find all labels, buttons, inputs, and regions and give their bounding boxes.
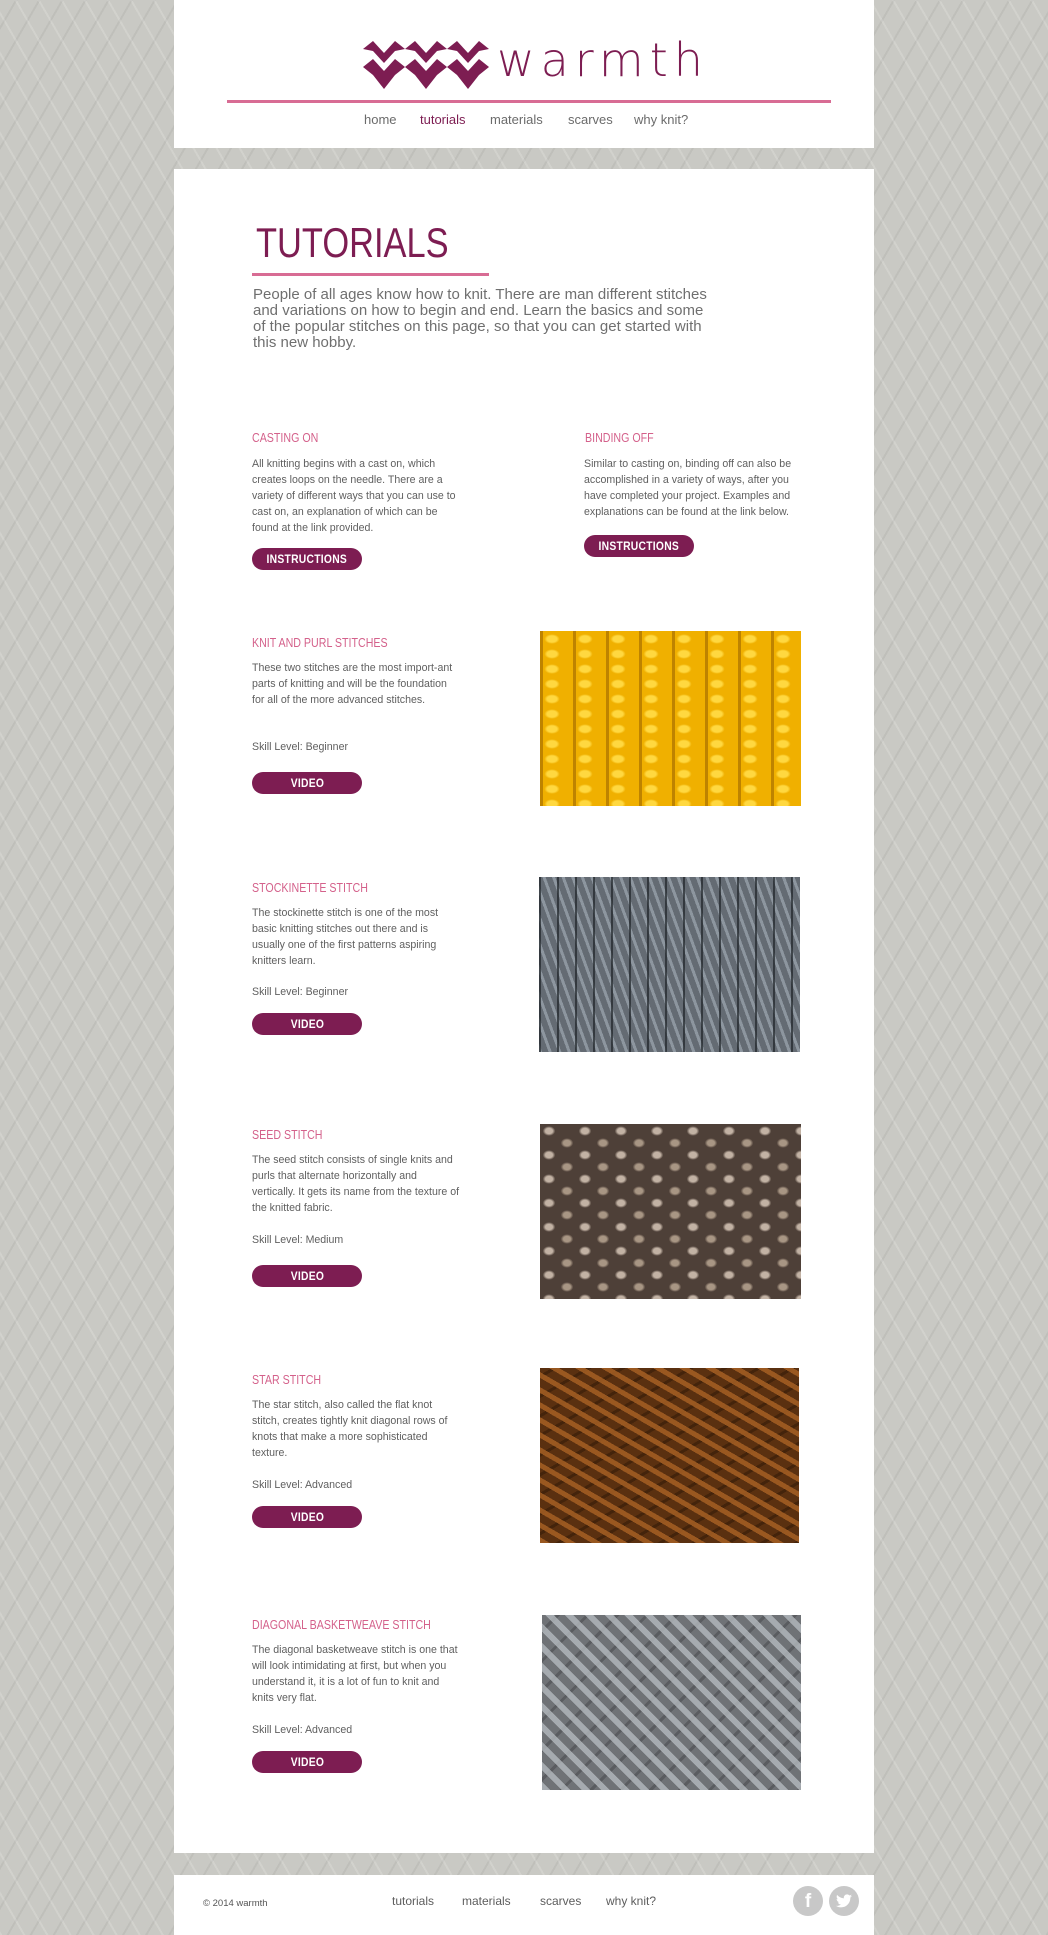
section-title-binding-off: BINDING OFF <box>585 430 654 445</box>
yellow-knit-swatch-image <box>540 631 801 806</box>
skill-level-knit-purl: Skill Level: Beginner <box>252 741 348 753</box>
button-label: INSTRUCTIONS <box>598 539 680 553</box>
brown-star-stitch-swatch-image <box>540 1368 799 1543</box>
button-label: VIDEO <box>290 1017 324 1031</box>
knit-purl-video-button[interactable]: VIDEO <box>252 772 362 794</box>
section-text-star: The star stitch, also called the flat kn… <box>252 1399 448 1459</box>
basketweave-video-button[interactable]: VIDEO <box>252 1751 362 1773</box>
grey-basketweave-swatch-image <box>542 1615 801 1790</box>
facebook-icon[interactable]: f <box>793 1886 823 1916</box>
grey-stockinette-swatch-image <box>539 877 800 1052</box>
main-content: TUTORIALS People of all ages know how to… <box>174 169 874 1853</box>
intro-text: People of all ages know how to knit. The… <box>253 286 707 351</box>
section-title-stockinette: STOCKINETTE STITCH <box>252 880 368 895</box>
skill-level-star: Skill Level: Advanced <box>252 1479 353 1491</box>
page-title: TUTORIALS <box>256 219 449 266</box>
skill-level-basketweave: Skill Level: Advanced <box>252 1724 353 1736</box>
nav-why-knit[interactable]: why knit? <box>634 112 688 127</box>
copyright-text: © 2014 warmth <box>203 1898 268 1909</box>
section-title-knit-purl: KNIT AND PURL STITCHES <box>252 635 388 650</box>
stockinette-video-button[interactable]: VIDEO <box>252 1013 362 1035</box>
seed-video-button[interactable]: VIDEO <box>252 1265 362 1287</box>
nav-scarves[interactable]: scarves <box>568 112 613 127</box>
nav-tutorials[interactable]: tutorials <box>420 112 466 127</box>
footer-nav-tutorials[interactable]: tutorials <box>392 1894 434 1908</box>
logo-wordmark: warmth <box>497 33 709 87</box>
footer-nav-materials[interactable]: materials <box>462 1894 511 1908</box>
section-text-casting-on: All knitting begins with a cast on, whic… <box>252 458 456 534</box>
logo[interactable]: warmth <box>363 33 703 93</box>
header-divider <box>227 100 831 103</box>
button-label: VIDEO <box>290 1755 324 1769</box>
chevron-logo-icon <box>363 41 489 89</box>
title-divider <box>252 273 489 276</box>
section-title-seed: SEED STITCH <box>252 1127 323 1142</box>
button-label: INSTRUCTIONS <box>266 552 348 566</box>
section-text-knit-purl: These two stitches are the most import-a… <box>252 662 453 706</box>
footer-nav-scarves[interactable]: scarves <box>540 1894 581 1908</box>
skill-level-seed: Skill Level: Medium <box>252 1234 344 1246</box>
section-text-binding-off: Similar to casting on, binding off can a… <box>584 458 792 518</box>
button-label: VIDEO <box>290 776 324 790</box>
footer-nav-why-knit[interactable]: why knit? <box>606 1894 656 1908</box>
binding-off-instructions-button[interactable]: INSTRUCTIONS <box>584 535 694 557</box>
seed-stitch-swatch-image <box>540 1124 801 1299</box>
twitter-icon[interactable] <box>829 1886 859 1916</box>
section-text-seed: The seed stitch consists of single knits… <box>252 1154 460 1214</box>
site-header: warmth home tutorials materials scarves … <box>174 0 874 148</box>
twitter-bird-icon <box>836 1894 852 1908</box>
section-text-basketweave: The diagonal basketweave stitch is one t… <box>252 1644 458 1704</box>
button-label: VIDEO <box>290 1510 324 1524</box>
casting-on-instructions-button[interactable]: INSTRUCTIONS <box>252 548 362 570</box>
site-footer: © 2014 warmth tutorials materials scarve… <box>174 1875 874 1935</box>
button-label: VIDEO <box>290 1269 324 1283</box>
section-title-star: STAR STITCH <box>252 1372 322 1387</box>
star-video-button[interactable]: VIDEO <box>252 1506 362 1528</box>
nav-materials[interactable]: materials <box>490 112 543 127</box>
section-title-basketweave: DIAGONAL BASKETWEAVE STITCH <box>252 1617 431 1632</box>
section-title-casting-on: CASTING ON <box>252 430 319 445</box>
nav-home[interactable]: home <box>364 112 397 127</box>
section-text-stockinette: The stockinette stitch is one of the mos… <box>252 907 439 967</box>
skill-level-stockinette: Skill Level: Beginner <box>252 986 348 998</box>
